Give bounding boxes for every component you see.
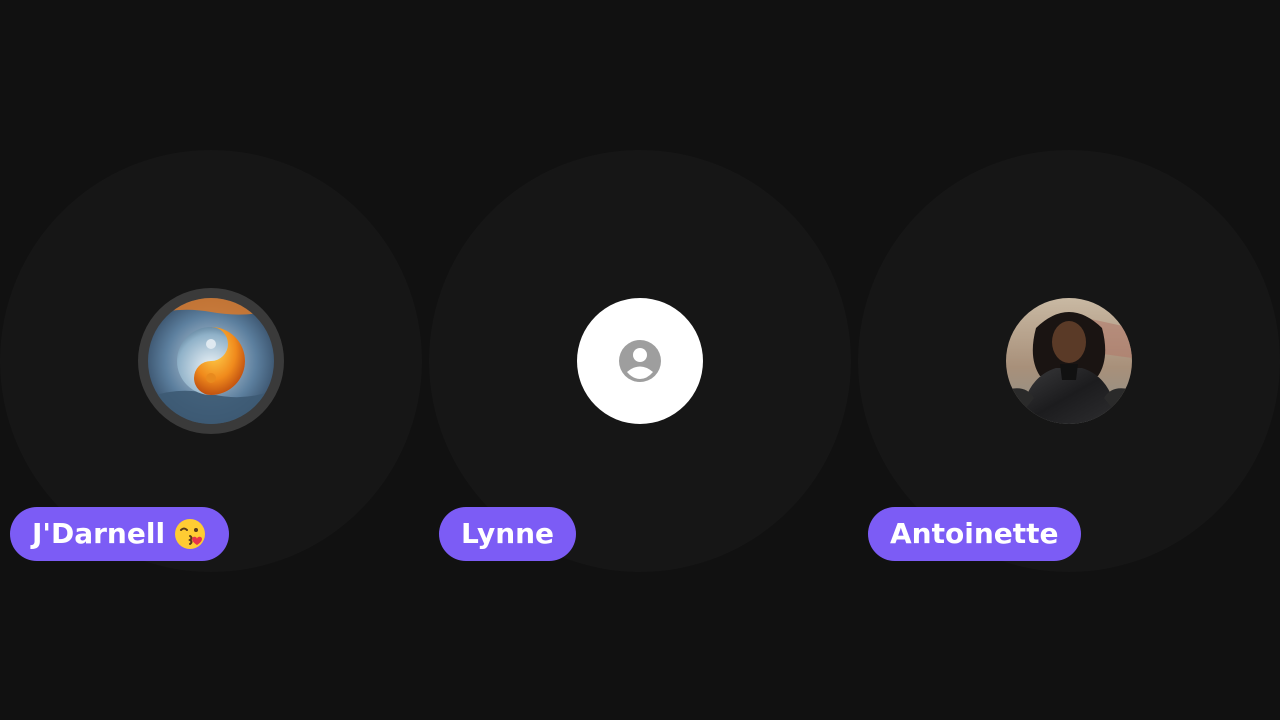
name-pill-antoinette: Antoinette [868,507,1081,561]
portrait-photo [1006,298,1132,424]
call-grid: J'Darnell Lynne Antoinette [0,0,1280,720]
participant-name: Lynne [461,517,555,550]
avatar-lynne [577,298,703,424]
participant-name: J'Darnell [32,517,166,550]
participant-name: Antoinette [890,517,1059,550]
kissing-face-emoji-icon [175,519,206,549]
avatar-antoinette [1006,298,1132,424]
name-pill-jdarnell: J'Darnell [10,507,230,561]
person-icon [619,340,661,382]
participant-tile-antoinette[interactable]: Antoinette [858,150,1280,572]
name-pill-lynne: Lynne [439,507,577,561]
avatar-jdarnell [148,298,274,424]
participant-tile-jdarnell[interactable]: J'Darnell [0,150,422,572]
speaking-ring [138,288,284,434]
participant-tile-lynne[interactable]: Lynne [429,150,851,572]
yin-yang-image [148,298,274,424]
